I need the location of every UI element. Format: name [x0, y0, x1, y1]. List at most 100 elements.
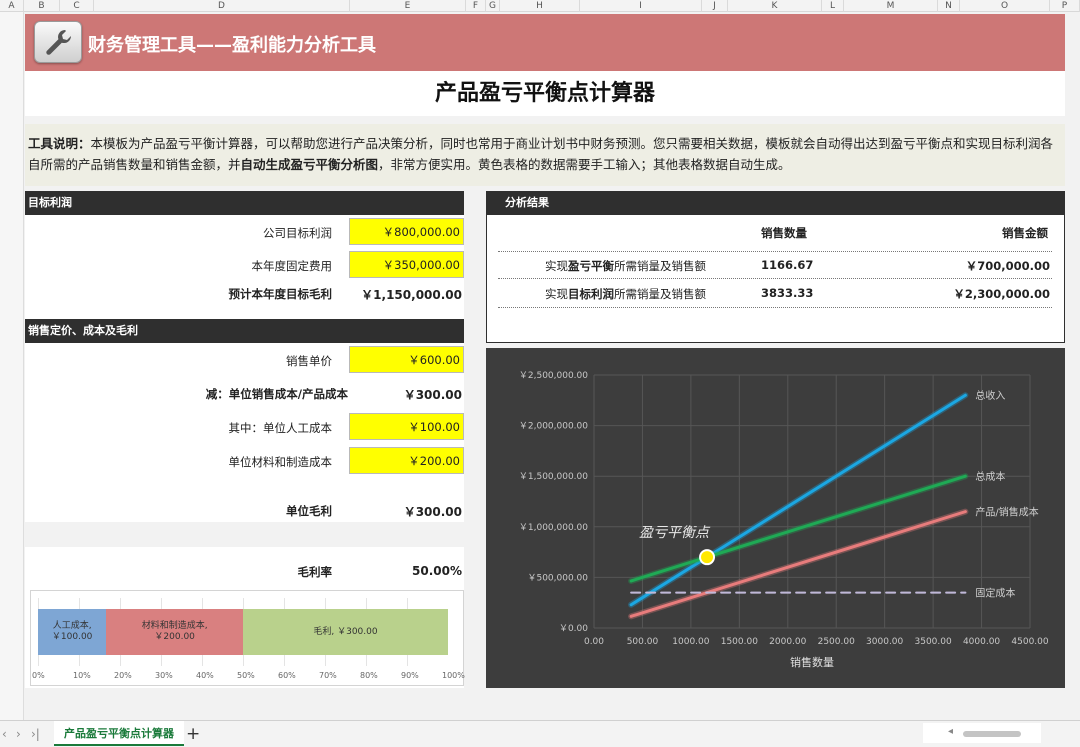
row-label-bold: 目标利润 [568, 287, 614, 301]
x-tick-label: 3500.00 [915, 637, 952, 647]
col-header[interactable]: G [486, 0, 500, 12]
labor-cost-input[interactable]: ￥100.00 [349, 413, 464, 440]
y-tick-label: ￥2,000,000.00 [519, 422, 588, 432]
gross-margin-value[interactable]: 50.00% [349, 564, 462, 578]
y-tick-label: ￥1,500,000.00 [519, 472, 588, 482]
col-header[interactable]: E [350, 0, 466, 12]
axis-tick-label: 90% [401, 671, 419, 680]
breakeven-chart-svg: 0.00 500.00 1000.00 1500.00 2000.00 2500.00 30… [519, 371, 1049, 669]
x-tick-label: 500.00 [627, 637, 659, 647]
breakeven-row-label: 实现盈亏平衡所需销量及销售额 [545, 258, 706, 274]
x-tick-label: 1000.00 [672, 637, 709, 647]
x-tick-label: 4000.00 [963, 637, 1000, 647]
col-header[interactable]: D [94, 0, 350, 12]
unit-cost-label: 减：单位销售成本/产品成本 [205, 387, 348, 401]
axis-tick-label: 80% [360, 671, 378, 680]
gross-margin-label: 毛利率 [297, 565, 333, 579]
breakeven-chart[interactable]: 0.00 500.00 1000.00 1500.00 2000.00 2500.00 30… [486, 348, 1065, 688]
tool-description: 工具说明：本模板为产品盈亏平衡计算器，可以帮助您进行产品决策分析，同时也常用于商… [25, 124, 1065, 186]
unit-cost-value[interactable]: ￥300.00 [349, 386, 462, 403]
next-sheet-icon[interactable]: › [16, 727, 21, 741]
page-title: 产品盈亏平衡点计算器 [25, 71, 1065, 116]
series-label: 总成本 [975, 470, 1005, 483]
x-tick-label: 2500.00 [818, 637, 855, 647]
breakeven-point-marker [699, 549, 716, 566]
app-banner: 财务管理工具——盈利能力分析工具 [25, 14, 1065, 71]
col-header[interactable]: P [1050, 0, 1080, 12]
divider [498, 278, 1052, 279]
scroll-left-icon[interactable]: ◂ [948, 726, 953, 737]
y-tick-label: ￥2,500,000.00 [519, 371, 588, 381]
material-cost-input[interactable]: ￥200.00 [349, 447, 464, 474]
col-header[interactable]: H [500, 0, 580, 12]
x-axis-title: 销售数量 [790, 655, 834, 669]
stacked-bar-segment: 人工成本, ￥100.00 [38, 609, 107, 655]
series-line [629, 393, 967, 607]
section-header-pricing: 销售定价、成本及毛利 [25, 319, 464, 343]
target-amount[interactable]: ￥2,300,000.00 [940, 286, 1050, 302]
col-header[interactable]: O [960, 0, 1050, 12]
tab-breakeven-calculator[interactable]: 产品盈亏平衡点计算器 [54, 721, 184, 746]
unit-price-input[interactable]: ￥600.00 [349, 346, 464, 373]
column-header-bar: A B C D E F G H I J K L M N O P [0, 0, 1080, 12]
description-label: 工具说明： [28, 136, 91, 151]
x-tick-label: 2000.00 [769, 637, 806, 647]
breakeven-point-label: 盈亏平衡点 [639, 525, 711, 541]
target-profit-label: 公司目标利润 [263, 226, 332, 240]
add-sheet-button[interactable]: + [186, 724, 200, 744]
y-tick-label: ￥1,000,000.00 [519, 523, 588, 533]
stacked-bar-segment: 毛利, ￥300.00 [242, 609, 448, 655]
description-text: 本模板为产品盈亏平衡计算器，可以帮助您进行产品决策分析，同时也常用于商业计划书中… [90, 136, 991, 151]
sheet-tab-bar: ‹ › ›| 产品盈亏平衡点计算器 + ◂ [0, 720, 1080, 747]
axis-tick-label: 60% [278, 671, 296, 680]
row-header-column[interactable] [0, 12, 24, 720]
x-tick-label: 3000.00 [866, 637, 903, 647]
col-header[interactable]: F [466, 0, 486, 12]
x-tick-label: 1500.00 [721, 637, 758, 647]
col-header[interactable]: M [844, 0, 938, 12]
axis-tick-label: 100% [442, 671, 465, 680]
col-header[interactable]: J [702, 0, 728, 12]
row-label-prefix: 实现 [545, 259, 568, 273]
unit-price-label: 销售单价 [286, 354, 332, 368]
stacked-bar-segment: 材料和制造成本, ￥200.00 [106, 609, 243, 655]
scrollbar-thumb[interactable] [963, 731, 1021, 737]
target-profit-input[interactable]: ￥800,000.00 [349, 218, 464, 245]
col-header[interactable]: K [728, 0, 822, 12]
horizontal-scrollbar[interactable]: ◂ [923, 723, 1041, 743]
prev-sheet-icon[interactable]: ‹ [2, 727, 7, 741]
series-label: 产品/销售成本 [975, 506, 1038, 519]
row-label-suffix: 所需销量及销售额 [614, 287, 706, 301]
row-label-prefix: 实现 [545, 287, 568, 301]
axis-tick-label: 40% [196, 671, 214, 680]
section-header-analysis-label: 分析结果 [505, 196, 549, 209]
breakeven-amount[interactable]: ￥700,000.00 [940, 258, 1050, 274]
col-header-qty: 销售数量 [761, 226, 807, 240]
col-header[interactable]: N [938, 0, 960, 12]
axis-tick-label: 0% [32, 671, 45, 680]
last-sheet-icon[interactable]: ›| [31, 727, 40, 741]
fixed-cost-input[interactable]: ￥350,000.00 [349, 251, 464, 278]
series-label: 固定成本 [975, 587, 1015, 600]
axis-tick-label: 10% [73, 671, 91, 680]
col-header[interactable]: L [822, 0, 844, 12]
col-header[interactable]: B [24, 0, 60, 12]
description-bold-text: 自动生成盈亏平衡分析图 [240, 157, 379, 172]
unit-gross-profit-value[interactable]: ￥300.00 [349, 503, 462, 520]
app-title: 财务管理工具——盈利能力分析工具 [88, 35, 376, 56]
col-header[interactable]: A [0, 0, 24, 12]
col-header[interactable]: C [60, 0, 94, 12]
target-gross-profit-value[interactable]: ￥1,150,000.00 [349, 286, 462, 303]
breakeven-qty[interactable]: 1166.67 [761, 258, 813, 272]
axis-tick-label: 70% [319, 671, 337, 680]
col-header[interactable]: I [580, 0, 702, 12]
divider [498, 251, 1052, 252]
x-tick-label: 0.00 [584, 637, 604, 647]
y-tick-label: ￥0.00 [559, 624, 588, 634]
labor-cost-label: 其中：单位人工成本 [228, 421, 333, 435]
x-tick-label: 4500.00 [1011, 637, 1048, 647]
description-text: ，非常方便实用。黄色表格的数据需要手工输入；其他表格数据自动生成。 [378, 157, 791, 172]
axis-tick-label: 30% [155, 671, 173, 680]
target-qty[interactable]: 3833.33 [761, 286, 813, 300]
col-header-amount: 销售金额 [1002, 226, 1048, 240]
